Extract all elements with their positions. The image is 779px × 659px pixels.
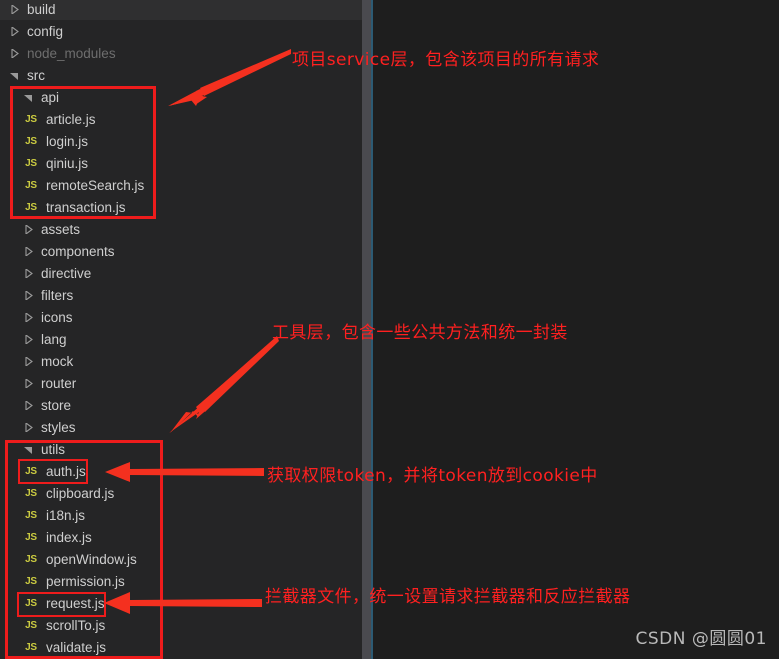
chevron-right-icon[interactable] xyxy=(22,422,35,432)
tree-row-store[interactable]: store xyxy=(0,394,362,416)
tree-row-label: node_modules xyxy=(27,45,116,61)
javascript-file-icon: JS xyxy=(25,135,37,147)
tree-row-label: clipboard.js xyxy=(46,485,115,501)
chevron-right-icon[interactable] xyxy=(22,246,35,256)
chevron-down-icon[interactable] xyxy=(8,71,21,80)
chevron-right-icon[interactable] xyxy=(22,378,35,388)
tree-row-label: api xyxy=(41,89,60,105)
tree-row-label: validate.js xyxy=(46,639,107,655)
tree-row-label: openWindow.js xyxy=(46,551,137,567)
tree-row-label: mock xyxy=(41,353,74,369)
chevron-down-icon[interactable] xyxy=(22,445,35,454)
tree-row-filters[interactable]: filters xyxy=(0,284,362,306)
tree-row-remoteSearch-js[interactable]: JS remoteSearch.js xyxy=(0,174,362,196)
javascript-file-icon: JS xyxy=(25,113,37,125)
tree-row-label: qiniu.js xyxy=(46,155,89,171)
tree-row-label: components xyxy=(41,243,115,259)
tree-row-login-js[interactable]: JS login.js xyxy=(0,130,362,152)
chevron-right-icon[interactable] xyxy=(22,224,35,234)
tree-row-label: request.js xyxy=(46,595,105,611)
tree-row-label: styles xyxy=(41,419,76,435)
chevron-right-icon[interactable] xyxy=(8,48,21,58)
javascript-file-icon: JS xyxy=(25,509,37,521)
tree-row-openWindow-js[interactable]: JS openWindow.js xyxy=(0,548,362,570)
tree-row-label: config xyxy=(27,23,64,39)
tree-row-router[interactable]: router xyxy=(0,372,362,394)
javascript-file-icon: JS xyxy=(25,487,37,499)
tree-row-mock[interactable]: mock xyxy=(0,350,362,372)
tree-row-build[interactable]: build xyxy=(0,0,362,20)
tree-row-config[interactable]: config xyxy=(0,20,362,42)
javascript-file-icon: JS xyxy=(25,597,37,609)
tree-row-validate-js[interactable]: JS validate.js xyxy=(0,636,362,658)
tree-row-label: filters xyxy=(41,287,74,303)
tree-row-assets[interactable]: assets xyxy=(0,218,362,240)
annotation-auth-file-note: 获取权限token，并将token放到cookie中 xyxy=(267,466,598,486)
chevron-right-icon[interactable] xyxy=(22,312,35,322)
tree-row-styles[interactable]: styles xyxy=(0,416,362,438)
tree-row-i18n-js[interactable]: JS i18n.js xyxy=(0,504,362,526)
tree-row-directive[interactable]: directive xyxy=(0,262,362,284)
annotation-request-file-note: 拦截器文件，统一设置请求拦截器和反应拦截器 xyxy=(265,587,631,607)
tree-row-label: build xyxy=(27,1,56,17)
tree-row-label: router xyxy=(41,375,77,391)
chevron-right-icon[interactable] xyxy=(8,4,21,14)
csdn-watermark: CSDN @圆圆01 xyxy=(635,629,767,649)
annotation-api-folder-note: 项目service层，包含该项目的所有请求 xyxy=(292,50,600,70)
tree-row-label: auth.js xyxy=(46,463,86,479)
tree-row-label: login.js xyxy=(46,133,89,149)
javascript-file-icon: JS xyxy=(25,553,37,565)
tree-row-qiniu-js[interactable]: JS qiniu.js xyxy=(0,152,362,174)
tree-row-label: directive xyxy=(41,265,92,281)
tree-row-label: permission.js xyxy=(46,573,125,589)
chevron-down-icon[interactable] xyxy=(22,93,35,102)
tree-row-label: lang xyxy=(41,331,67,347)
chevron-right-icon[interactable] xyxy=(22,290,35,300)
tree-row-components[interactable]: components xyxy=(0,240,362,262)
tree-row-label: transaction.js xyxy=(46,199,126,215)
javascript-file-icon: JS xyxy=(25,575,37,587)
javascript-file-icon: JS xyxy=(25,157,37,169)
javascript-file-icon: JS xyxy=(25,531,37,543)
tree-row-transaction-js[interactable]: JS transaction.js xyxy=(0,196,362,218)
javascript-file-icon: JS xyxy=(25,465,37,477)
tree-row-article-js[interactable]: JS article.js xyxy=(0,108,362,130)
tree-row-label: index.js xyxy=(46,529,92,545)
chevron-right-icon[interactable] xyxy=(8,26,21,36)
tree-row-label: icons xyxy=(41,309,73,325)
javascript-file-icon: JS xyxy=(25,641,37,653)
annotation-utils-folder-note: 工具层，包含一些公共方法和统一封装 xyxy=(272,323,568,343)
tree-row-scrollTo-js[interactable]: JS scrollTo.js xyxy=(0,614,362,636)
chevron-right-icon[interactable] xyxy=(22,268,35,278)
chevron-right-icon[interactable] xyxy=(22,400,35,410)
tree-row-label: store xyxy=(41,397,72,413)
tree-row-label: assets xyxy=(41,221,81,237)
tree-row-utils[interactable]: utils xyxy=(0,438,362,460)
javascript-file-icon: JS xyxy=(25,201,37,213)
chevron-right-icon[interactable] xyxy=(22,334,35,344)
tree-row-label: i18n.js xyxy=(46,507,86,523)
tree-row-api[interactable]: api xyxy=(0,86,362,108)
tree-row-label: src xyxy=(27,67,45,83)
javascript-file-icon: JS xyxy=(25,619,37,631)
tree-row-label: scrollTo.js xyxy=(46,617,106,633)
tree-row-label: article.js xyxy=(46,111,96,127)
tree-row-index-js[interactable]: JS index.js xyxy=(0,526,362,548)
tree-row-label: remoteSearch.js xyxy=(46,177,145,193)
chevron-right-icon[interactable] xyxy=(22,356,35,366)
javascript-file-icon: JS xyxy=(25,179,37,191)
vscode-explorer-screenshot: build config node_modulessrc api JS article.j… xyxy=(0,0,779,659)
tree-row-label: utils xyxy=(41,441,66,457)
